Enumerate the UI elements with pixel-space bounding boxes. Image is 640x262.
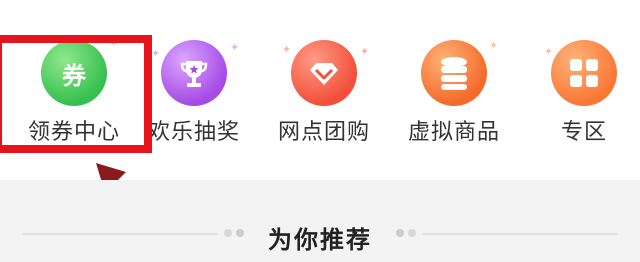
recommend-title: 为你推荐 bbox=[268, 226, 372, 254]
